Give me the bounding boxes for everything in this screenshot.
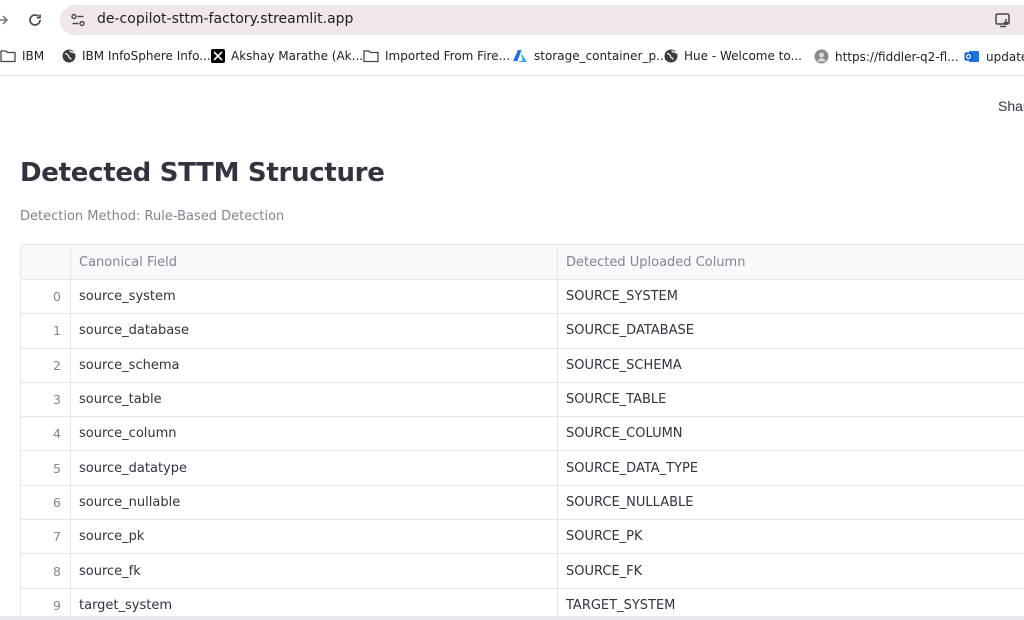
detected-column-cell[interactable]: SOURCE_DATA_TYPE: [558, 451, 1024, 484]
bookmark-item[interactable]: update: [964, 49, 1024, 64]
page-title: Detected STTM Structure: [20, 158, 385, 188]
table-row[interactable]: 0 source_system SOURCE_SYSTEM: [21, 280, 1024, 315]
canonical-field-cell[interactable]: source_system: [71, 280, 558, 314]
column-header-canonical-field[interactable]: Canonical Field: [71, 245, 558, 279]
install-app-icon[interactable]: [994, 11, 1012, 29]
row-index: 2: [21, 348, 71, 382]
canonical-field-cell[interactable]: source_table: [71, 382, 558, 417]
table-row[interactable]: 3 source_table SOURCE_TABLE: [21, 382, 1024, 418]
row-index: 5: [21, 451, 71, 485]
bookmark-item[interactable]: Akshay Marathe (Ak...: [211, 49, 363, 63]
bookmark-item[interactable]: Imported From Fire...: [363, 49, 510, 63]
azure-icon: [513, 50, 527, 62]
folder-icon: [0, 50, 16, 63]
canonical-field-cell[interactable]: source_column: [71, 417, 558, 451]
detected-column-cell[interactable]: SOURCE_TABLE: [558, 383, 1024, 416]
bookmark-item[interactable]: IBM: [0, 49, 44, 63]
canonical-field-cell[interactable]: source_pk: [71, 520, 558, 554]
row-index: 7: [21, 520, 71, 554]
detected-column-cell[interactable]: SOURCE_DATABASE: [558, 314, 1024, 347]
table-row[interactable]: 5 source_datatype SOURCE_DATA_TYPE: [21, 451, 1024, 486]
row-index: 3: [21, 382, 71, 417]
detected-column-cell[interactable]: SOURCE_NULLABLE: [558, 486, 1024, 519]
share-button[interactable]: Shar: [998, 98, 1024, 114]
avatar-icon: [814, 49, 829, 64]
bookmark-item[interactable]: Hue - Welcome to...: [664, 49, 802, 63]
globe-icon: [664, 49, 678, 63]
canonical-field-cell[interactable]: source_database: [71, 314, 558, 348]
column-header-detected-uploaded-column[interactable]: Detected Uploaded Column: [558, 245, 1024, 279]
browser-toolbar: de-copilot-sttm-factory.streamlit.app: [0, 0, 1024, 40]
row-index: 8: [21, 554, 71, 588]
bookmarks-bar: IBM IBM InfoSphere Info... Akshay Marath…: [0, 40, 1024, 76]
detected-column-cell[interactable]: SOURCE_SCHEMA: [558, 349, 1024, 382]
table-row[interactable]: 6 source_nullable SOURCE_NULLABLE: [21, 485, 1024, 521]
detected-column-cell[interactable]: SOURCE_FK: [558, 554, 1024, 587]
bookmark-item[interactable]: IBM InfoSphere Info...: [62, 49, 211, 63]
table-row[interactable]: 7 source_pk SOURCE_PK: [21, 520, 1024, 555]
canonical-field-cell[interactable]: source_fk: [71, 554, 558, 588]
site-settings-icon[interactable]: [70, 12, 86, 28]
row-index: 0: [21, 280, 71, 314]
canonical-field-cell[interactable]: source_schema: [71, 348, 558, 382]
detected-column-cell[interactable]: SOURCE_PK: [558, 520, 1024, 553]
globe-icon: [62, 49, 76, 63]
url-text[interactable]: de-copilot-sttm-factory.streamlit.app: [97, 11, 353, 27]
table-row[interactable]: 1 source_database SOURCE_DATABASE: [21, 314, 1024, 349]
bookmark-item[interactable]: storage_container_p...: [512, 49, 668, 63]
folder-icon: [363, 50, 379, 63]
detection-method-caption: Detection Method: Rule-Based Detection: [20, 209, 285, 224]
detected-column-cell[interactable]: SOURCE_SYSTEM: [558, 280, 1024, 313]
table-row[interactable]: 4 source_column SOURCE_COLUMN: [21, 417, 1024, 452]
table-row[interactable]: 8 source_fk SOURCE_FK: [21, 554, 1024, 589]
canonical-field-cell[interactable]: source_datatype: [71, 451, 558, 485]
detected-column-cell[interactable]: SOURCE_COLUMN: [558, 417, 1024, 450]
horizontal-scrollbar[interactable]: [0, 616, 1024, 620]
address-bar[interactable]: de-copilot-sttm-factory.streamlit.app: [60, 5, 1024, 35]
outlook-icon: [964, 51, 979, 62]
row-index: 6: [21, 485, 71, 520]
table-row[interactable]: 2 source_schema SOURCE_SCHEMA: [21, 348, 1024, 383]
bookmark-item[interactable]: https://fiddler-q2-fl...: [814, 49, 959, 64]
row-index: 1: [21, 314, 71, 348]
sttm-structure-table[interactable]: Canonical Field Detected Uploaded Column…: [20, 244, 1024, 620]
forward-arrow-icon[interactable]: [0, 9, 14, 31]
reload-icon[interactable]: [24, 9, 46, 31]
table-header-row: Canonical Field Detected Uploaded Column: [21, 245, 1024, 280]
canonical-field-cell[interactable]: source_nullable: [71, 485, 558, 520]
x-logo-icon: [211, 49, 225, 63]
index-header: [21, 245, 71, 279]
row-index: 4: [21, 417, 71, 451]
